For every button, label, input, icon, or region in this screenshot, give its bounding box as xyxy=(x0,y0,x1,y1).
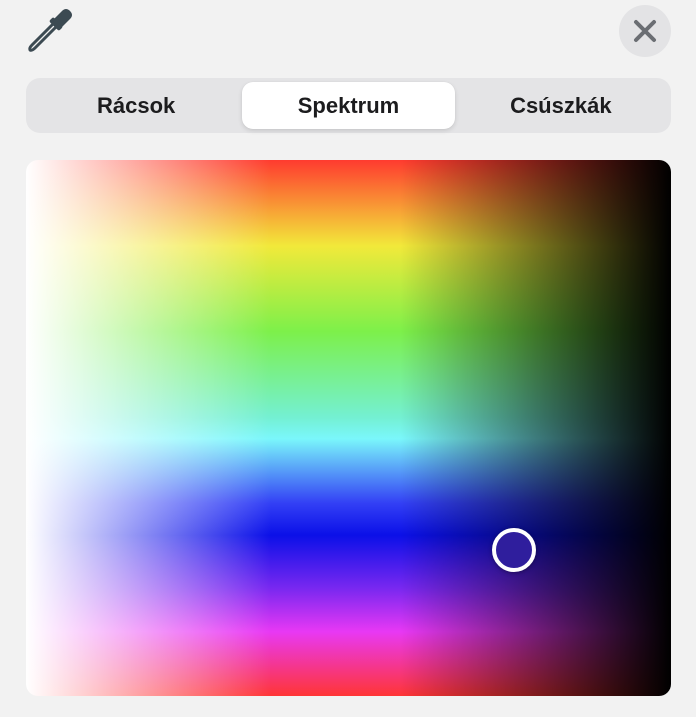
color-spectrum-area[interactable] xyxy=(26,160,671,696)
tab-grid[interactable]: Rácsok xyxy=(30,82,242,129)
close-button[interactable] xyxy=(619,5,671,57)
color-picker-panel: Rácsok Spektrum Csúszkák xyxy=(0,0,696,717)
view-mode-segmented-control: Rácsok Spektrum Csúszkák xyxy=(26,78,671,133)
close-icon xyxy=(634,20,656,42)
eyedropper-icon[interactable] xyxy=(24,8,74,54)
color-picker-handle[interactable] xyxy=(492,528,536,572)
tab-spectrum[interactable]: Spektrum xyxy=(242,82,455,129)
tab-sliders[interactable]: Csúszkák xyxy=(455,82,667,129)
